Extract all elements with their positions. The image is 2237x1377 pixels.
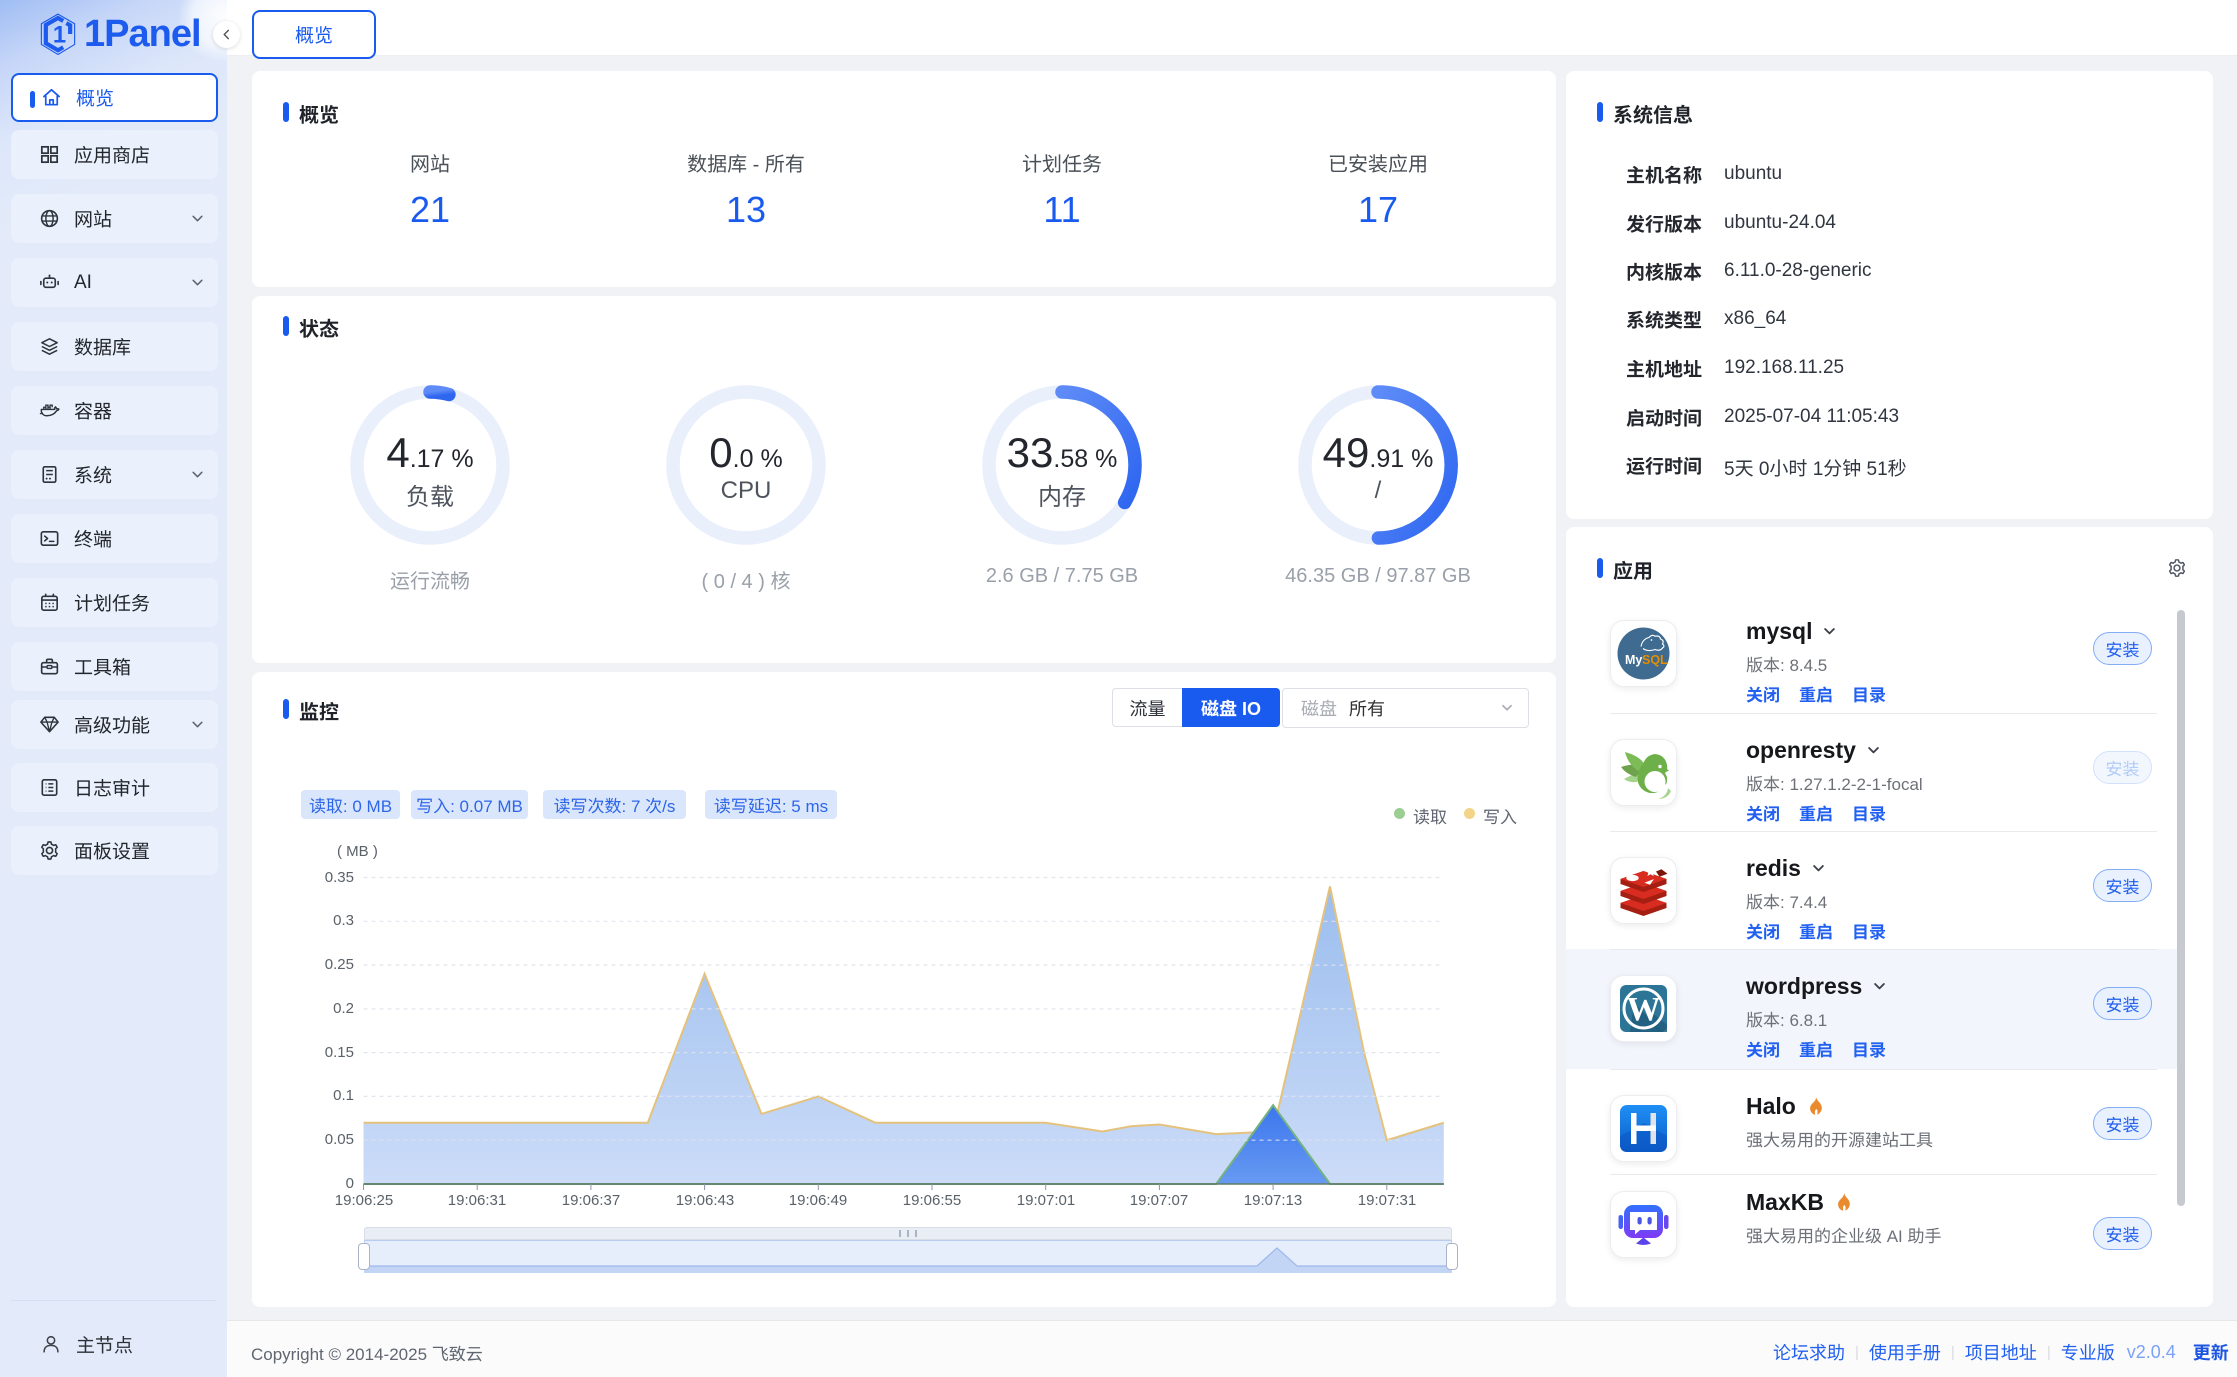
svg-text:SQL: SQL (1642, 653, 1668, 667)
svg-text:My: My (1625, 653, 1642, 667)
svg-text:1: 1 (53, 21, 66, 48)
svg-text:W: W (1627, 991, 1661, 1028)
